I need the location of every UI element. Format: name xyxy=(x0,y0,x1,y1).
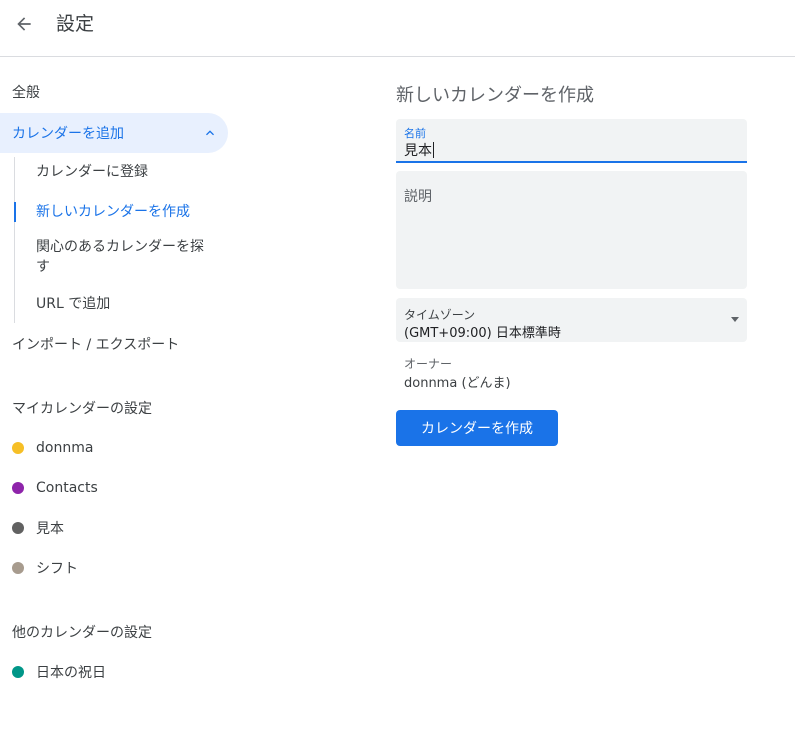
name-input-value: 見本 xyxy=(404,143,432,159)
arrow-left-icon xyxy=(17,17,31,31)
calendar-item[interactable]: シフト xyxy=(12,556,78,580)
calendar-name-field[interactable]: 名前 見本 xyxy=(396,119,747,163)
sidebar-subitem-create-new[interactable]: 新しいカレンダーを作成 xyxy=(14,202,215,222)
calendar-name: シフト xyxy=(36,561,78,577)
calendar-name: donnma xyxy=(36,440,94,456)
owner-value: donnma (どんま) xyxy=(404,376,511,391)
top-bar: 設定 xyxy=(0,0,795,57)
sidebar-subitem-subscribe[interactable]: カレンダーに登録 xyxy=(15,162,215,182)
sidebar-item-import-export[interactable]: インポート / エクスポート xyxy=(0,324,179,364)
calendar-item[interactable]: 日本の祝日 xyxy=(12,660,106,684)
page-title: 設定 xyxy=(56,13,95,35)
calendar-color-dot xyxy=(12,482,24,494)
create-calendar-button[interactable]: カレンダーを作成 xyxy=(396,410,558,446)
calendar-color-dot xyxy=(12,562,24,574)
chevron-up-icon[interactable] xyxy=(202,125,218,141)
name-label: 名前 xyxy=(404,127,426,140)
name-input[interactable]: 見本 xyxy=(404,140,434,160)
calendar-name: 日本の祝日 xyxy=(36,665,106,681)
timezone-select[interactable]: タイムゾーン (GMT+09:00) 日本標準時 xyxy=(396,298,747,342)
sidebar-subitem-from-url[interactable]: URL で追加 xyxy=(15,294,215,314)
dropdown-arrow-icon xyxy=(731,317,739,322)
sidebar-item-add-calendar[interactable]: カレンダーを追加 xyxy=(0,113,228,153)
form-heading: 新しいカレンダーを作成 xyxy=(396,85,594,106)
add-calendar-submenu: カレンダーに登録 新しいカレンダーを作成 関心のあるカレンダーを探 す URL … xyxy=(14,157,224,323)
owner-label: オーナー xyxy=(404,357,453,371)
calendar-item[interactable]: 見本 xyxy=(12,516,64,540)
other-calendars-header: 他のカレンダーの設定 xyxy=(12,625,152,641)
calendar-color-dot xyxy=(12,442,24,454)
calendar-color-dot xyxy=(12,522,24,534)
calendar-color-dot xyxy=(12,666,24,678)
settings-sidebar: 全般 カレンダーを追加 カレンダーに登録 新しいカレンダーを作成 関心のあるカレ… xyxy=(0,57,240,754)
text-caret xyxy=(433,142,434,158)
back-button[interactable] xyxy=(6,6,42,42)
description-field[interactable]: 説明 xyxy=(396,171,747,289)
calendar-name: 見本 xyxy=(36,521,64,537)
calendar-item[interactable]: donnma xyxy=(12,436,93,460)
timezone-label: タイムゾーン xyxy=(404,308,476,322)
sidebar-item-label: カレンダーを追加 xyxy=(12,126,124,142)
my-calendars-header: マイカレンダーの設定 xyxy=(12,401,152,417)
sidebar-item-general[interactable]: 全般 xyxy=(0,72,40,112)
calendar-name: Contacts xyxy=(36,480,98,496)
timezone-value: (GMT+09:00) 日本標準時 xyxy=(404,326,561,341)
description-placeholder: 説明 xyxy=(404,189,432,205)
calendar-item[interactable]: Contacts xyxy=(12,476,98,500)
sidebar-subitem-browse-interesting[interactable]: 関心のあるカレンダーを探 す xyxy=(15,237,215,277)
